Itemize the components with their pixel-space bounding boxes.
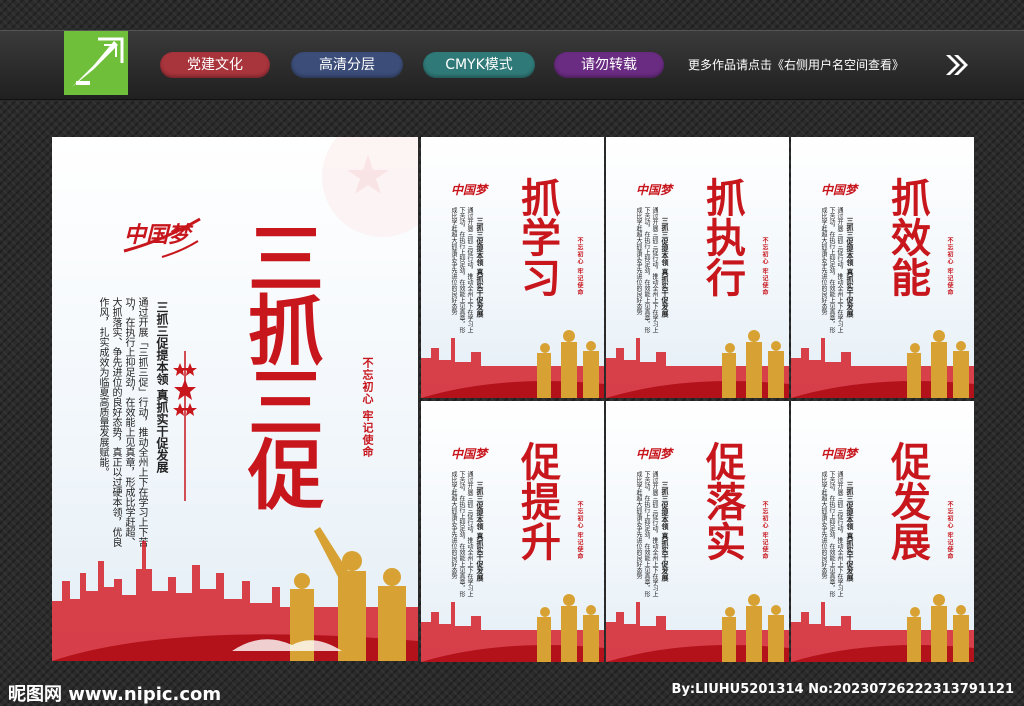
poster-cu-tisheng: 中国梦 通过开展三抓三促行动，推动全州上下在学习上下苦功，在执行上抑足劲，在效能… xyxy=(421,401,604,662)
poster-title: 促落实 xyxy=(699,441,746,561)
china-dream-logo: 中国梦 xyxy=(636,447,673,461)
skyline-and-statue xyxy=(606,594,789,662)
tag-hd-layers[interactable]: 高清分层 xyxy=(291,52,403,78)
main-title: 三抓三促 xyxy=(235,219,324,507)
poster-title: 促提升 xyxy=(514,441,561,561)
poster-title: 抓执行 xyxy=(699,177,746,297)
skyline-and-statue xyxy=(52,527,418,661)
poster-cu-luoshi: 中国梦 通过开展三抓三促行动，推动全州上下在学习上下苦功，在执行上抑足劲，在效能… xyxy=(606,401,789,662)
site-watermark: 昵图网 www.nipic.com xyxy=(8,684,222,705)
china-dream-logo: 中国梦 xyxy=(821,447,858,461)
tag-party-culture[interactable]: 党建文化 xyxy=(160,52,270,78)
credit-line: By:LIUHU5201314 No:20230726222313791121 xyxy=(671,682,1014,697)
poster-subtitle: 三抓三促提本领 真抓实干促发展 xyxy=(476,217,484,318)
poster-title: 促发展 xyxy=(884,441,931,561)
poster-seal-text: 不忘初心 牢记使命 xyxy=(946,501,953,561)
skyline-and-statue xyxy=(421,330,604,398)
poster-subtitle: 三抓三促提本领 真抓实干促发展 xyxy=(846,481,854,582)
poster-subtitle: 三抓三促提本领 真抓实干促发展 xyxy=(661,217,669,318)
poster-cu-fazhan: 中国梦 通过开展三抓三促行动，推动全州上下在学习上下苦功，在执行上抑足劲，在效能… xyxy=(791,401,974,662)
skyline-and-statue xyxy=(791,330,974,398)
tag-cmyk-mode[interactable]: CMYK模式 xyxy=(423,52,535,78)
poster-zhua-xiaoneng: 中国梦 通过开展三抓三促行动，推动全州上下在学习上下苦功，在执行上抑足劲，在效能… xyxy=(791,137,974,398)
skyline-and-statue xyxy=(791,594,974,662)
main-poster: 中国梦 通过开展「三抓三促」行动，推动全州上下在学习上下苦功，在执行上抑足劲，在… xyxy=(52,137,418,661)
poster-subtitle: 三抓三促提本领 真抓实干促发展 xyxy=(846,217,854,318)
star-decoration xyxy=(173,351,197,501)
main-seal-text: 不忘初心 牢记使命 xyxy=(361,357,374,458)
china-dream-logo: 中国梦 xyxy=(451,183,488,197)
main-subtitle: 三抓三促提本领 真抓实干促发展 xyxy=(155,301,169,474)
china-dream-logo: 中国梦 xyxy=(636,183,673,197)
double-arrow-icon[interactable] xyxy=(944,53,970,77)
poster-seal-text: 不忘初心 牢记使命 xyxy=(761,501,768,561)
pen-nib-icon xyxy=(64,31,128,95)
poster-zhua-zhixing: 中国梦 通过开展三抓三促行动，推动全州上下在学习上下苦功，在执行上抑足劲，在效能… xyxy=(606,137,789,398)
china-dream-logo: 中国梦 xyxy=(821,183,858,197)
poster-title: 抓学习 xyxy=(514,177,561,297)
poster-seal-text: 不忘初心 牢记使命 xyxy=(576,501,583,561)
poster-seal-text: 不忘初心 牢记使命 xyxy=(946,237,953,297)
poster-zhua-xuexi: 中国梦 通过开展三抓三促行动，推动全州上下在学习上下苦功，在执行上抑足劲，在效能… xyxy=(421,137,604,398)
china-dream-logo: 中国梦 xyxy=(451,447,488,461)
skyline-and-statue xyxy=(421,594,604,662)
poster-title: 抓效能 xyxy=(884,177,931,297)
logo-swoosh xyxy=(123,217,201,258)
skyline-and-statue xyxy=(606,330,789,398)
brand-logo xyxy=(64,31,128,95)
poster-seal-text: 不忘初心 牢记使命 xyxy=(576,237,583,297)
main-body-text: 通过开展「三抓三促」行动，推动全州上下在学习上下苦功，在执行上抑足劲，在效能上见… xyxy=(97,297,147,547)
poster-subtitle: 三抓三促提本领 真抓实干促发展 xyxy=(661,481,669,582)
tag-no-repost[interactable]: 请勿转载 xyxy=(554,52,664,78)
poster-seal-text: 不忘初心 牢记使命 xyxy=(761,237,768,297)
more-works-note[interactable]: 更多作品请点击《右侧用户名空间查看》 xyxy=(688,55,904,75)
top-banner: 党建文化 高清分层 CMYK模式 请勿转载 更多作品请点击《右侧用户名空间查看》 xyxy=(0,30,1024,100)
poster-subtitle: 三抓三促提本领 真抓实干促发展 xyxy=(476,481,484,582)
